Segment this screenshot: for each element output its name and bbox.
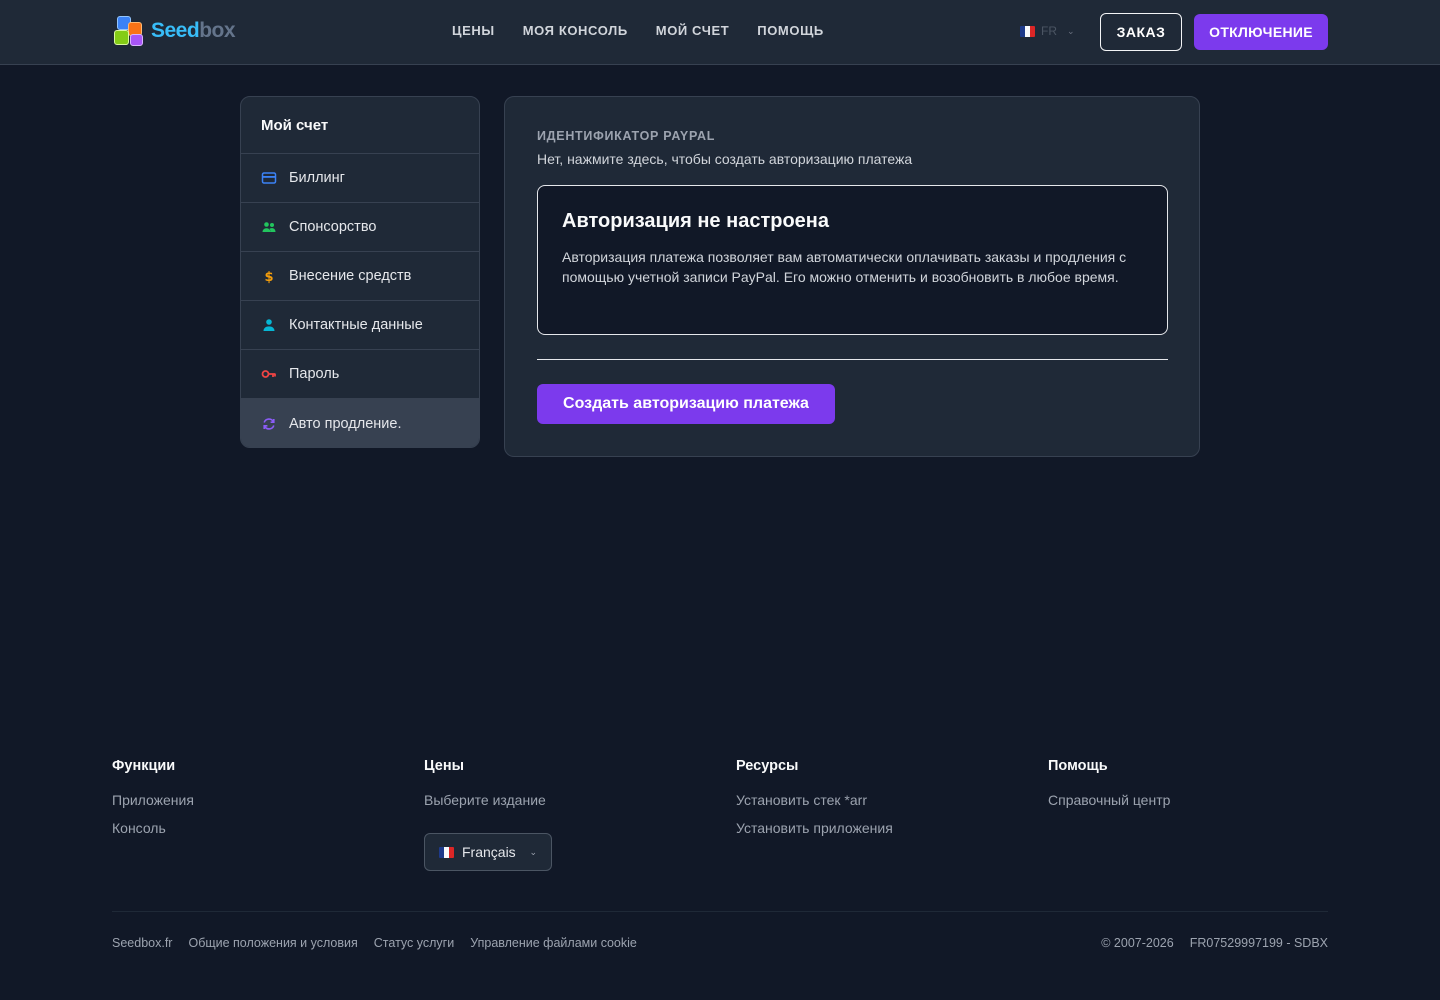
footer-legal: © 2007-2026 FR07529997199 - SDBX bbox=[1101, 936, 1328, 950]
language-switcher[interactable]: FR ⌄ bbox=[1020, 24, 1075, 38]
footer-link-install-apps[interactable]: Установить приложения bbox=[736, 820, 893, 836]
sidebar-title: Мой счет bbox=[241, 97, 479, 154]
sidebar-item-label: Спонсорство bbox=[289, 219, 377, 235]
footer-bottom-links: Seedbox.fr Общие положения и условия Ста… bbox=[112, 936, 637, 950]
nav-pricing[interactable]: ЦЕНЫ bbox=[452, 23, 495, 38]
credit-card-icon bbox=[261, 172, 277, 184]
sidebar-item-label: Внесение средств bbox=[289, 268, 412, 284]
create-authorization-button[interactable]: Создать авторизацию платежа bbox=[537, 384, 835, 424]
france-flag-icon bbox=[1020, 25, 1035, 37]
footer-col-help: Помощь Справочный центр bbox=[1048, 758, 1170, 820]
footer-col-pricing: Цены Выберите издание bbox=[424, 758, 546, 820]
sidebar-item-contacts[interactable]: Контактные данные bbox=[241, 301, 479, 350]
footer-link-site[interactable]: Seedbox.fr bbox=[112, 936, 172, 950]
dollar-icon: $ bbox=[264, 270, 273, 284]
footer-col-title: Помощь bbox=[1048, 758, 1108, 774]
user-icon bbox=[263, 319, 275, 331]
notice-title: Авторизация не настроена bbox=[562, 210, 829, 232]
logout-button[interactable]: ОТКЛЮЧЕНИЕ bbox=[1194, 14, 1328, 50]
sidebar-item-sponsorship[interactable]: Спонсорство bbox=[241, 203, 479, 252]
company-id-text: FR07529997199 - SDBX bbox=[1189, 936, 1328, 950]
footer-link-status[interactable]: Статус услуги bbox=[374, 936, 454, 950]
footer-link-apps[interactable]: Приложения bbox=[112, 792, 194, 808]
footer-language-select[interactable]: Français ⌄ bbox=[424, 833, 552, 871]
chevron-down-icon: ⌄ bbox=[529, 847, 537, 857]
authorization-notice: Авторизация не настроена Авторизация пла… bbox=[537, 185, 1168, 335]
logo-text: Seedbox bbox=[151, 19, 236, 42]
refresh-icon bbox=[263, 417, 275, 430]
footer-col-resources: Ресурсы Установить стек *arr Установить … bbox=[736, 758, 893, 848]
users-icon bbox=[262, 222, 276, 232]
top-header: Seedbox ЦЕНЫ МОЯ КОНСОЛЬ МОЙ СЧЕТ ПОМОЩЬ… bbox=[0, 0, 1440, 65]
logo-cubes-icon bbox=[113, 14, 149, 48]
nav-account[interactable]: МОЙ СЧЕТ bbox=[656, 23, 730, 38]
chevron-down-icon: ⌄ bbox=[1067, 25, 1075, 36]
footer-link-cookies[interactable]: Управление файлами cookie bbox=[470, 936, 637, 950]
sidebar-item-deposit[interactable]: $ Внесение средств bbox=[241, 252, 479, 301]
key-icon bbox=[261, 370, 276, 378]
footer-link-choose-edition[interactable]: Выберите издание bbox=[424, 792, 546, 808]
language-code: FR bbox=[1041, 24, 1057, 38]
seedbox-logo[interactable]: Seedbox bbox=[113, 14, 248, 48]
footer-col-title: Цены bbox=[424, 758, 464, 774]
sidebar-item-auto-renewal[interactable]: Авто продление. bbox=[241, 399, 479, 447]
france-flag-icon bbox=[439, 846, 454, 858]
sidebar-item-label: Контактные данные bbox=[289, 317, 423, 333]
footer-link-terms[interactable]: Общие положения и условия bbox=[188, 936, 357, 950]
footer-col-features: Функции Приложения Консоль bbox=[112, 758, 194, 848]
notice-body: Авторизация платежа позволяет вам автома… bbox=[562, 249, 1127, 285]
order-button[interactable]: ЗАКАЗ bbox=[1100, 13, 1182, 51]
create-authorization-link[interactable]: Нет, нажмите здесь, чтобы создать автори… bbox=[537, 151, 912, 167]
footer-divider bbox=[112, 911, 1328, 912]
svg-text:$: $ bbox=[264, 270, 273, 284]
language-select-value: Français bbox=[462, 844, 516, 860]
auto-renewal-panel: ИДЕНТИФИКАТОР PAYPAL Нет, нажмите здесь,… bbox=[504, 96, 1200, 457]
panel-divider bbox=[537, 359, 1168, 360]
copyright-text: © 2007-2026 bbox=[1101, 936, 1174, 950]
sidebar-item-billing[interactable]: Биллинг bbox=[241, 154, 479, 203]
sidebar-item-label: Биллинг bbox=[289, 170, 345, 186]
sidebar-item-label: Авто продление. bbox=[289, 415, 402, 432]
account-sidebar: Мой счет Биллинг Спонсорство $ Внесение … bbox=[240, 96, 480, 448]
footer-col-title: Функции bbox=[112, 758, 176, 774]
nav-help[interactable]: ПОМОЩЬ bbox=[757, 23, 824, 38]
sidebar-item-label: Пароль bbox=[289, 366, 340, 382]
paypal-id-label: ИДЕНТИФИКАТОР PAYPAL bbox=[537, 129, 716, 143]
footer-link-console[interactable]: Консоль bbox=[112, 820, 194, 836]
footer-link-help-center[interactable]: Справочный центр bbox=[1048, 792, 1170, 808]
main-nav: ЦЕНЫ МОЯ КОНСОЛЬ МОЙ СЧЕТ ПОМОЩЬ bbox=[452, 23, 824, 38]
nav-console[interactable]: МОЯ КОНСОЛЬ bbox=[523, 23, 628, 38]
footer-col-title: Ресурсы bbox=[736, 758, 799, 774]
footer-link-install-arr[interactable]: Установить стек *arr bbox=[736, 792, 893, 808]
sidebar-item-password[interactable]: Пароль bbox=[241, 350, 479, 399]
